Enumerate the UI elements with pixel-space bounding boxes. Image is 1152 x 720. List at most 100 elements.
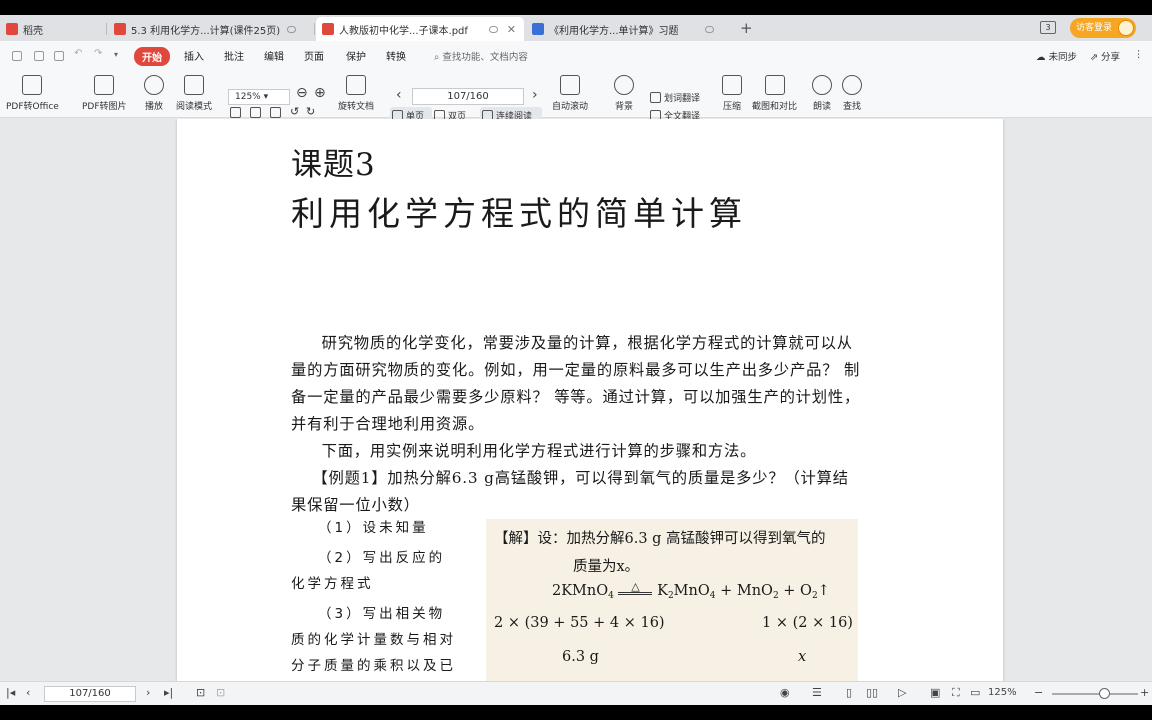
actual-size-icon[interactable]: ▣ [930,686,940,699]
zoom-out-icon[interactable]: ⊖ [296,85,308,101]
search-placeholder: 查找功能、文档内容 [442,52,528,63]
intro-paragraph: 研究物质的化学变化，常要涉及量的计算，根据化学方程式的计算就可以从量的方面研究物… [291,334,861,433]
tab-pdf-active[interactable]: 人教版初中化学...子课本.pdf ✕ [316,17,524,41]
last-page-icon[interactable]: ▸| [164,686,173,699]
eye-icon [614,75,634,95]
eye-icon[interactable]: ◉ [780,686,790,699]
menu-protect[interactable]: 保护 [346,48,366,63]
tab-label: 5.3 利用化学方...计算(课件25页) [131,25,281,37]
double-page-icon[interactable]: ▯▯ [866,686,878,699]
forward-icon[interactable]: ⊡ [216,686,225,699]
word-translate-button[interactable]: 划词翻译 [650,91,700,104]
prev-page-icon[interactable]: ‹ [26,686,30,699]
compress-button[interactable]: 压缩 [722,75,742,112]
product-mno2: MnO2 [736,583,779,601]
zoom-select[interactable]: 125% ▾ [228,89,290,105]
ppt-icon [114,23,126,35]
fit-width-icon[interactable]: ▭ [970,686,980,699]
menu-edit[interactable]: 编辑 [264,48,284,63]
menu-insert[interactable]: 插入 [184,48,204,63]
print-icon[interactable] [54,51,64,61]
read-mode-button[interactable]: 阅读模式 [176,75,212,112]
fit-page-icon[interactable]: ⛶ [952,686,960,700]
pdf-to-office-button[interactable]: PDF转Office [6,75,59,112]
status-page-input[interactable]: 107/160 [44,686,136,702]
pdf-to-image-button[interactable]: PDF转图片 [82,75,127,112]
zoom-slider-handle[interactable] [1098,688,1110,699]
zoom-out-icon[interactable]: − [1034,686,1043,699]
next-page-icon[interactable]: › [532,87,538,103]
save-icon[interactable] [34,51,44,61]
steps-column: （1）设未知量 （2）写出反应的化学方程式 （3）写出相关物质的化学计量数与相对… [291,515,459,681]
menu-page[interactable]: 页面 [304,48,324,63]
prev-page-icon[interactable]: ‹ [396,87,402,103]
close-icon[interactable]: ✕ [507,23,516,36]
undo-icon[interactable]: ↶ [74,48,82,59]
background-button[interactable]: 背景 [614,75,634,112]
plus-sign: + [783,583,796,599]
tab-word[interactable]: 《利用化学方...单计算》习题 [526,17,732,41]
step-2: （2）写出反应的化学方程式 [291,550,446,592]
sync-button[interactable]: ☁ 未同步 [1036,49,1077,63]
tab-ppt[interactable]: 5.3 利用化学方...计算(课件25页) [108,17,314,41]
menu-convert[interactable]: 转换 [386,48,406,63]
window-count-button[interactable]: 3 [1040,21,1056,34]
tab-home[interactable]: 稻壳 [0,17,106,41]
tab-start[interactable]: 开始 [134,47,170,66]
rotate-icon [346,75,366,95]
search-icon [842,75,862,95]
share-button[interactable]: ⇗ 分享 [1090,49,1120,63]
zoom-in-icon[interactable]: + [1140,686,1149,699]
reactant-mass: 2 × (39 + 55 + 4 × 16) [494,615,665,631]
login-button[interactable]: 访客登录 [1070,18,1136,38]
redo-icon[interactable]: ↷ [94,48,102,59]
new-tab-button[interactable]: + [740,19,753,37]
chevron-down-icon[interactable]: ▾ [114,50,118,59]
status-zoom[interactable]: 125% [988,687,1017,698]
auto-scroll-button[interactable]: 自动滚动 [552,75,588,112]
oxygen-mass: 1 × (2 × 16) [762,615,853,631]
tab-bar: 稻壳 5.3 利用化学方...计算(课件25页) 人教版初中化学...子课本.p… [0,15,1152,41]
rotate-left-icon[interactable]: ↺ [290,105,299,118]
menu-icon[interactable] [12,51,22,61]
page-input[interactable]: 107/160 [412,88,524,105]
play-icon [144,75,164,95]
find-button[interactable]: 查找 [842,75,862,112]
next-page-icon[interactable]: › [146,686,150,699]
app-window: 稻壳 5.3 利用化学方...计算(课件25页) 人教版初中化学...子课本.p… [0,15,1152,705]
rotate-doc-button[interactable]: 旋转文档 [338,75,374,112]
menu-annotate[interactable]: 批注 [224,48,244,63]
fit-width-icon[interactable] [270,107,284,118]
share-label: 分享 [1100,52,1120,63]
screenshot-compare-button[interactable]: 截图和对比 [752,75,797,112]
fit-page-icon[interactable] [250,107,264,118]
button-label: 旋转文档 [338,102,375,112]
rotate-right-icon[interactable]: ↻ [306,105,315,118]
button-label: PDF转图片 [82,102,127,112]
unknown-mass: x [798,649,807,665]
word-icon [532,23,544,35]
single-page-icon[interactable]: ▯ [846,686,852,699]
read-aloud-button[interactable]: 朗读 [812,75,832,112]
document-viewport[interactable]: 课题3 利用化学方程式的简单计算 研究物质的化学变化，常要涉及量的计算，根据化学… [0,119,1152,681]
compress-icon [722,75,742,95]
more-icon[interactable]: ⋮ [1134,49,1144,60]
reactant: 2KMnO4 [552,583,614,601]
zoom-slider[interactable] [1052,693,1138,695]
product-k2mno4: K2MnO4 [657,583,716,601]
docer-icon [6,23,18,35]
play-icon[interactable]: ▷ [898,686,906,699]
search-box[interactable]: ⌕ 查找功能、文档内容 [434,49,528,63]
status-bar: |◂ ‹ 107/160 › ▸| ⊡ ⊡ ◉ ☰ ▯ ▯▯ ▷ ▣ ⛶ ▭ 1… [0,681,1152,705]
continuous-icon[interactable]: ☰ [812,686,822,699]
first-page-icon[interactable]: |◂ [6,686,15,699]
back-icon[interactable]: ⊡ [196,686,205,699]
button-label: 阅读模式 [176,102,213,112]
solution-line-1: 【解】设：加热分解6.3 g 高锰酸钾可以得到氧气的 [494,531,826,547]
plus-sign: + [720,583,733,599]
play-button[interactable]: 播放 [144,75,164,112]
pdf-convert-icon [22,75,43,95]
actual-size-icon[interactable] [230,107,244,118]
button-label: 截图和对比 [752,102,798,112]
zoom-in-icon[interactable]: ⊕ [314,85,326,101]
